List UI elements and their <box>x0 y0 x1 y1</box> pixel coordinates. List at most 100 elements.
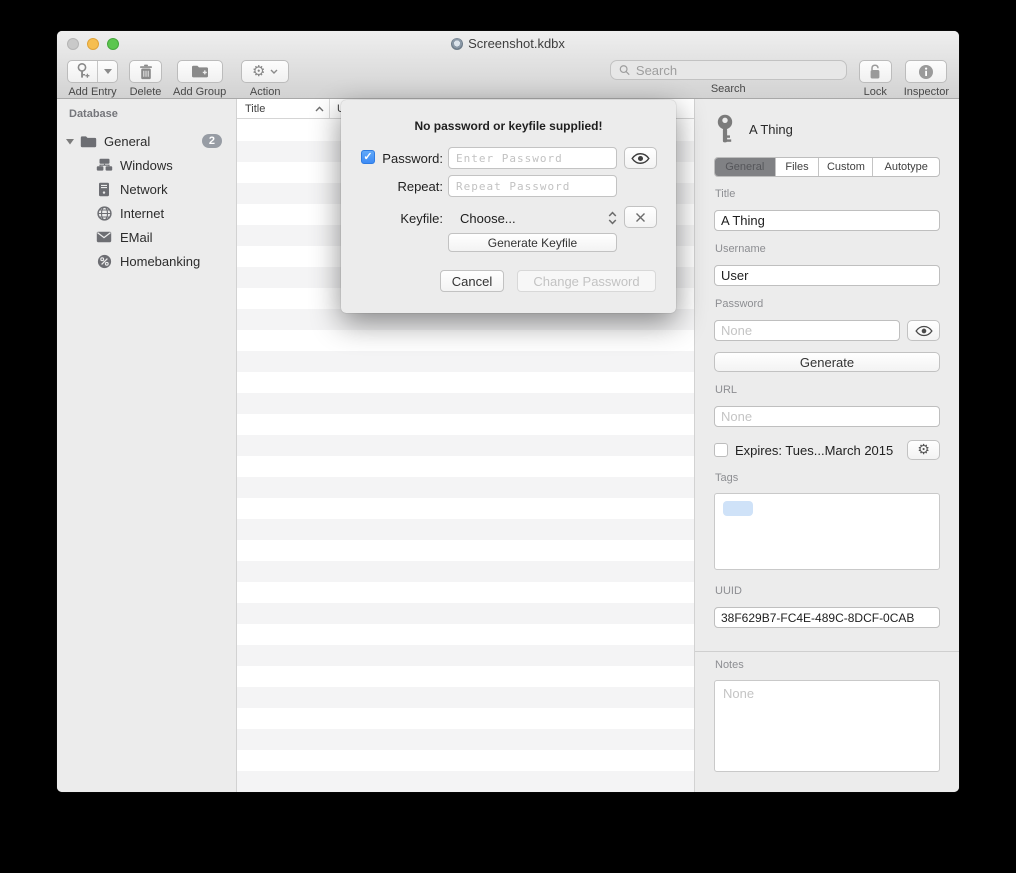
uuid-label: UUID <box>715 586 940 597</box>
generate-label: Generate <box>800 355 854 370</box>
tab-label: Custom <box>827 161 865 173</box>
add-group-label: Add Group <box>173 86 226 98</box>
folder-plus-icon <box>191 64 209 79</box>
add-entry-button[interactable] <box>67 60 118 83</box>
close-icon <box>635 212 646 223</box>
enter-password-input[interactable] <box>448 147 617 169</box>
sidebar-item-label: Internet <box>120 206 164 221</box>
add-entry-dropdown[interactable] <box>98 61 117 82</box>
reveal-password-button[interactable] <box>907 320 940 341</box>
tab-autotype[interactable]: Autotype <box>872 158 939 176</box>
tag-token[interactable] <box>723 501 753 516</box>
expires-checkbox[interactable] <box>714 443 728 457</box>
notes-field[interactable] <box>714 680 940 772</box>
search-field[interactable] <box>610 60 847 80</box>
desktop: { "window": { "title": "Screenshot.kdbx"… <box>0 0 1016 873</box>
sidebar-header: Database <box>57 108 236 120</box>
toolbar-item-lock: Lock <box>859 60 892 98</box>
tab-label: Files <box>785 161 808 173</box>
change-password-button[interactable]: Change Password <box>517 270 656 292</box>
toolbar-item-search: Search <box>610 60 847 95</box>
action-button[interactable]: ⚙ <box>241 60 289 83</box>
sidebar: Database General 2 Windows Network <box>57 99 237 792</box>
cancel-button[interactable]: Cancel <box>440 270 504 292</box>
title-label: Title <box>715 189 940 200</box>
trash-icon <box>139 64 153 80</box>
sidebar-item-label: EMail <box>120 230 153 245</box>
password-checkbox[interactable]: ✓ <box>361 150 375 164</box>
window-chrome: Screenshot.kdbx Add Entry Delete <box>57 31 959 99</box>
sidebar-item-label: Homebanking <box>120 254 200 269</box>
gear-icon: ⚙ <box>252 64 265 79</box>
toolbar-item-action: ⚙ Action <box>241 60 289 98</box>
lock-button[interactable] <box>859 60 892 83</box>
keyfile-selected-value: Choose... <box>448 211 516 226</box>
sidebar-item-homebanking[interactable]: Homebanking <box>57 249 236 273</box>
add-group-button[interactable] <box>177 60 223 83</box>
toolbar: Add Entry Delete Add Group ⚙ Action <box>57 57 959 98</box>
delete-button[interactable] <box>129 60 162 83</box>
keyfile-popup[interactable]: Choose... <box>448 208 617 228</box>
generate-keyfile-button[interactable]: Generate Keyfile <box>448 233 617 252</box>
unlock-icon <box>868 64 882 80</box>
disclosure-triangle-icon[interactable] <box>65 136 75 146</box>
sidebar-item-internet[interactable]: Internet <box>57 201 236 225</box>
sidebar-item-label: Windows <box>120 158 173 173</box>
entry-count-badge: 2 <box>202 134 222 148</box>
tags-field[interactable] <box>714 493 940 570</box>
search-input[interactable] <box>634 62 838 79</box>
eye-icon <box>631 152 650 165</box>
info-icon <box>918 64 934 80</box>
inspector-label: Inspector <box>904 86 949 98</box>
checkmark-icon: ✓ <box>363 152 372 163</box>
globe-icon <box>95 205 113 221</box>
entry-header: A Thing <box>714 114 940 144</box>
document-proxy-icon <box>451 38 463 50</box>
repeat-label: Repeat: <box>377 179 443 194</box>
clear-keyfile-button[interactable] <box>624 206 657 228</box>
url-field[interactable] <box>714 406 940 427</box>
column-header-label: Title <box>245 103 265 115</box>
reveal-password-button[interactable] <box>624 147 657 169</box>
expires-settings-button[interactable]: ⚙ <box>907 440 940 460</box>
url-label: URL <box>715 385 940 396</box>
change-password-dialog: No password or keyfile supplied! ✓ Passw… <box>341 100 676 313</box>
sidebar-item-windows[interactable]: Windows <box>57 153 236 177</box>
sidebar-item-general[interactable]: General 2 <box>57 129 236 153</box>
generate-keyfile-label: Generate Keyfile <box>488 236 577 250</box>
key-plus-icon[interactable] <box>68 61 98 82</box>
tab-custom[interactable]: Custom <box>818 158 872 176</box>
lock-label: Lock <box>864 86 887 98</box>
inspector-panel: A Thing General Files Custom Autotype Ti… <box>695 99 959 792</box>
title-field[interactable] <box>714 210 940 231</box>
add-entry-label: Add Entry <box>68 86 116 98</box>
password-field[interactable] <box>714 320 900 341</box>
uuid-field[interactable] <box>714 607 940 628</box>
inspector-button[interactable] <box>905 60 947 83</box>
password-label: Password <box>715 299 940 310</box>
column-header-title[interactable]: Title <box>237 99 330 118</box>
password-row <box>714 320 940 341</box>
dialog-message: No password or keyfile supplied! <box>341 119 676 133</box>
toolbar-item-add-group: Add Group <box>173 60 226 98</box>
tab-files[interactable]: Files <box>775 158 819 176</box>
chevron-down-icon <box>270 69 278 74</box>
section-divider <box>695 651 959 652</box>
password-label: Password: <box>377 151 443 166</box>
server-icon <box>95 181 113 197</box>
tab-label: Autotype <box>884 161 927 173</box>
folder-icon <box>79 133 97 149</box>
tab-general[interactable]: General <box>715 158 775 176</box>
window-title-text: Screenshot.kdbx <box>468 36 565 51</box>
window-title: Screenshot.kdbx <box>57 36 959 51</box>
titlebar: Screenshot.kdbx <box>57 31 959 57</box>
sidebar-item-label: Network <box>120 182 168 197</box>
sidebar-item-email[interactable]: EMail <box>57 225 236 249</box>
generate-password-button[interactable]: Generate <box>714 352 940 372</box>
username-field[interactable] <box>714 265 940 286</box>
repeat-password-input[interactable] <box>448 175 617 197</box>
sidebar-item-network[interactable]: Network <box>57 177 236 201</box>
change-password-label: Change Password <box>533 274 639 289</box>
sort-ascending-icon <box>315 106 324 112</box>
percent-icon <box>95 253 113 269</box>
